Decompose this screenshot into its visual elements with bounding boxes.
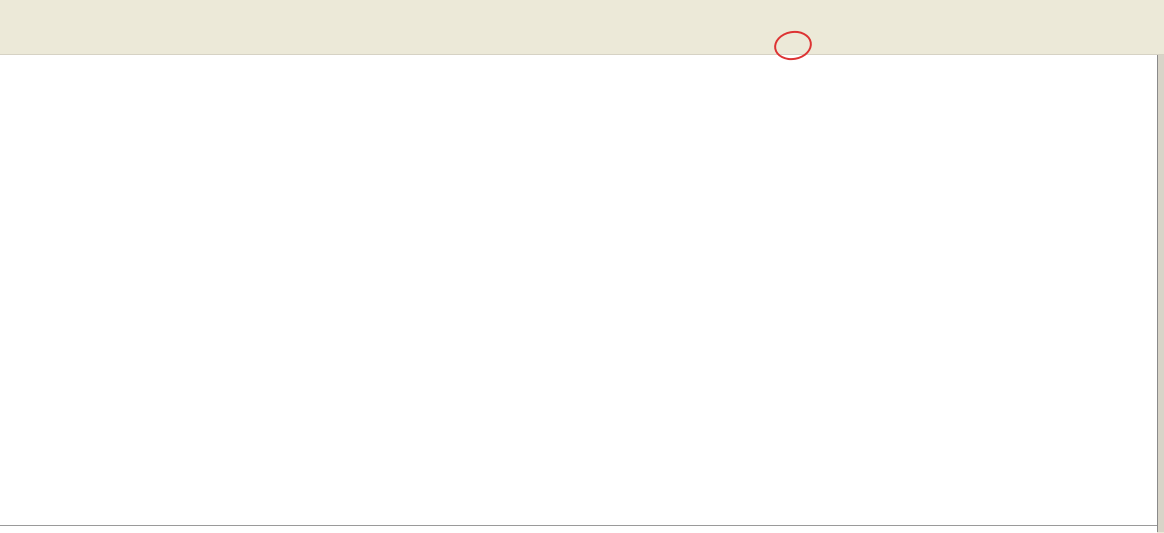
right-window-edge (1157, 55, 1164, 532)
toolbar-drawing (0, 29, 1164, 55)
chart-area (0, 55, 1164, 525)
symbol-gap (1145, 71, 1152, 86)
kline-chart[interactable] (0, 55, 1164, 532)
symbol-label (1145, 71, 1152, 86)
trading-app-window: { "window": { "bg": "#ece9d8", "chart_bg… (0, 0, 1164, 532)
toolbar-main (0, 0, 1164, 29)
